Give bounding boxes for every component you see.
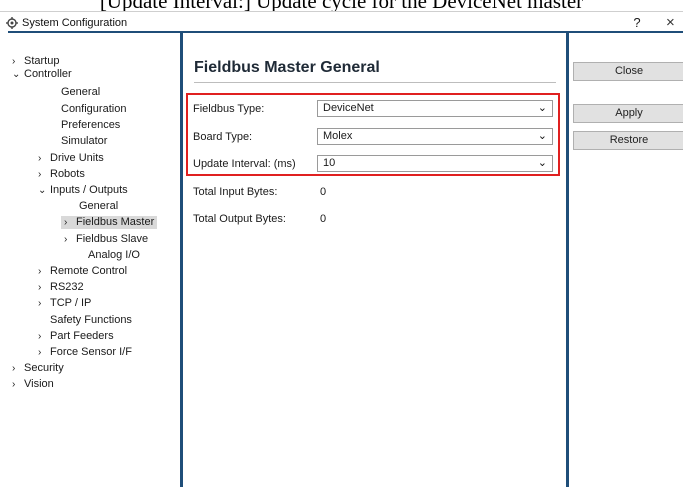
- tree-item-fieldbus-slave[interactable]: › Fieldbus Slave: [64, 233, 148, 246]
- fieldbus-type-select[interactable]: DeviceNet ⌄: [317, 100, 553, 117]
- tree-item-controller[interactable]: ⌄ Controller: [12, 68, 72, 81]
- total-input-bytes-value: 0: [320, 186, 327, 198]
- chevron-right-icon: ›: [38, 331, 42, 342]
- button-panel: [569, 33, 683, 487]
- chevron-right-icon: ›: [38, 153, 42, 164]
- chevron-down-icon: ⌄: [537, 157, 547, 169]
- navigation-tree: › Startup ⌄ Controller General Configurati…: [8, 33, 180, 487]
- chevron-right-icon: ›: [64, 217, 68, 228]
- tree-item-startup[interactable]: › Startup: [12, 55, 59, 68]
- chevron-right-icon: ›: [12, 56, 16, 67]
- chevron-right-icon: ›: [38, 298, 42, 309]
- tree-item-fieldbus-master[interactable]: › Fieldbus Master: [61, 216, 158, 229]
- total-output-bytes-label: Total Output Bytes:: [193, 213, 286, 225]
- tree-item-drive-units[interactable]: › Drive Units: [38, 152, 104, 165]
- total-input-bytes-label: Total Input Bytes:: [193, 186, 278, 198]
- chevron-down-icon: ⌄: [12, 69, 21, 80]
- tree-item-tcp-ip[interactable]: › TCP / IP: [38, 297, 91, 310]
- board-type-value: Molex: [323, 130, 353, 142]
- chevron-right-icon: ›: [38, 347, 42, 358]
- fieldbus-type-value: DeviceNet: [323, 102, 374, 114]
- fieldbus-type-label: Fieldbus Type:: [193, 103, 265, 115]
- tree-item-robots[interactable]: › Robots: [38, 168, 85, 181]
- chevron-down-icon: ⌄: [38, 185, 47, 196]
- chevron-right-icon: ›: [38, 266, 42, 277]
- tree-item-safety-functions[interactable]: Safety Functions: [50, 314, 132, 327]
- chevron-down-icon: ⌄: [537, 102, 547, 114]
- update-interval-select[interactable]: 10 ⌄: [317, 155, 553, 172]
- tree-item-vision[interactable]: › Vision: [12, 378, 54, 391]
- window-close-button[interactable]: ×: [666, 14, 682, 31]
- chevron-right-icon: ›: [38, 282, 42, 293]
- tree-item-security[interactable]: › Security: [12, 362, 64, 375]
- board-type-label: Board Type:: [193, 131, 253, 143]
- restore-button[interactable]: Restore: [573, 131, 683, 150]
- tree-item-force-sensor[interactable]: › Force Sensor I/F: [38, 346, 132, 359]
- chevron-right-icon: ›: [12, 379, 16, 390]
- tree-item-simulator[interactable]: Simulator: [61, 135, 107, 148]
- chevron-right-icon: ›: [12, 363, 16, 374]
- tree-item-io-general[interactable]: General: [79, 200, 118, 213]
- total-output-bytes-value: 0: [320, 213, 327, 225]
- page-title: Fieldbus Master General: [194, 59, 380, 76]
- apply-button[interactable]: Apply: [573, 104, 683, 123]
- tree-item-remote-control[interactable]: › Remote Control: [38, 265, 127, 278]
- update-interval-label: Update Interval: (ms): [193, 158, 296, 170]
- help-button[interactable]: ?: [630, 15, 644, 31]
- heading-divider: [194, 82, 556, 83]
- tree-item-configuration[interactable]: Configuration: [61, 103, 126, 116]
- tree-item-rs232[interactable]: › RS232: [38, 281, 84, 294]
- window-title: System Configuration: [22, 17, 128, 29]
- tree-item-preferences[interactable]: Preferences: [61, 119, 120, 132]
- update-interval-value: 10: [323, 157, 336, 169]
- tree-item-inputs-outputs[interactable]: ⌄ Inputs / Outputs: [38, 184, 128, 197]
- chevron-right-icon: ›: [64, 234, 68, 245]
- tree-item-analog-io[interactable]: Analog I/O: [88, 249, 140, 262]
- tree-item-general[interactable]: General: [61, 86, 100, 99]
- gear-icon: [6, 17, 18, 29]
- chevron-down-icon: ⌄: [537, 130, 547, 142]
- document-caption: [Update Interval:] Update cycle for the …: [0, 0, 683, 11]
- tree-item-part-feeders[interactable]: › Part Feeders: [38, 330, 114, 343]
- chevron-right-icon: ›: [38, 169, 42, 180]
- board-type-select[interactable]: Molex ⌄: [317, 128, 553, 145]
- close-button[interactable]: Close: [573, 62, 683, 81]
